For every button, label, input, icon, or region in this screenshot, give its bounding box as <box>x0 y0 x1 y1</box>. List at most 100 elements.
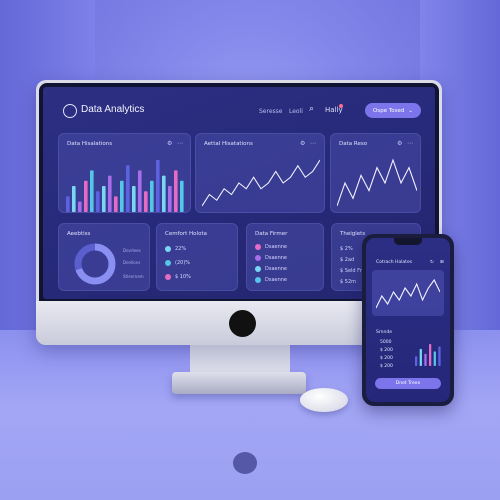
card-title: Data Firmer <box>255 231 288 237</box>
list-item: $ 200 <box>380 356 393 361</box>
list-item: $ 2ad <box>340 257 354 263</box>
list-item: (20)% <box>165 260 190 266</box>
row-value: $ 10% <box>175 274 191 280</box>
more-icon[interactable]: ⋯ <box>177 140 183 147</box>
donut-label: Devrlees <box>123 248 141 253</box>
card-data[interactable]: Data Firmer Dsaenne Dsaenne Dsaenne Dsae… <box>246 223 324 291</box>
gear-icon[interactable]: ⚙ <box>167 140 172 147</box>
card-title: Cemfort Holota <box>165 231 207 237</box>
phone-line-chart <box>376 278 440 309</box>
bar <box>90 170 94 212</box>
bar <box>156 160 160 212</box>
series-line <box>337 158 417 207</box>
card-line-2[interactable]: Data Reso ⚙ ⋯ <box>330 133 421 213</box>
phone-cta-button[interactable]: Dnet Treeo <box>375 378 441 389</box>
card-title: Data Reso <box>339 141 368 147</box>
bar <box>433 351 436 366</box>
status-dot <box>255 277 261 283</box>
notification-dot <box>339 104 343 108</box>
list-item: Dsaenne <box>255 255 287 261</box>
bar <box>150 180 154 212</box>
bar <box>114 196 118 212</box>
phone-bar-chart <box>415 344 441 366</box>
status-dot <box>165 274 171 280</box>
list-item: $ 52m <box>340 279 356 285</box>
donut-chart <box>74 243 116 285</box>
list-item: $ 2% <box>340 246 353 252</box>
bar <box>180 180 184 212</box>
camera <box>229 310 256 337</box>
row-label: Dsaenne <box>265 244 288 250</box>
row-value: $ 2ad <box>340 257 355 263</box>
clock-logo-icon <box>63 104 77 118</box>
card-bars[interactable]: Data Hisalations ⚙ ⋯ <box>58 133 191 213</box>
list-item: Dsaenne <box>255 244 287 250</box>
gear-icon[interactable]: ⚙ <box>300 140 305 147</box>
bar <box>66 196 70 212</box>
bar <box>84 180 88 212</box>
cta-label: Ospe Tosed <box>373 107 405 114</box>
app-title: Data Analytics <box>81 104 145 115</box>
list-item: 22% <box>165 246 186 252</box>
phone-notch <box>394 238 422 245</box>
bar <box>96 191 100 212</box>
list-item: $ 10% <box>165 274 191 280</box>
mouse <box>300 388 348 412</box>
card-title: Data Hisalations <box>67 141 113 147</box>
row-label: Dsaenne <box>265 255 288 261</box>
card-line-1[interactable]: Aettal Hisatations ⚙ ⋯ <box>195 133 325 213</box>
card-donut[interactable]: Aeebtiss Devrlees Denllons Stlenrnem <box>58 223 150 291</box>
list-item: Dsaenne <box>255 266 287 272</box>
bar <box>102 186 106 212</box>
bar <box>438 346 441 366</box>
line-chart <box>202 159 320 207</box>
row-label: Dsaenne <box>265 266 288 272</box>
bar <box>162 175 166 212</box>
row-value: (20)% <box>175 260 191 266</box>
monitor-neck <box>190 345 290 375</box>
bar <box>126 165 130 212</box>
cta-button[interactable]: Ospe Tosed ⌄ <box>365 103 421 118</box>
row-label: Dsaenne <box>265 277 288 283</box>
phone-chart-card[interactable] <box>372 270 444 316</box>
donut-label: Denllons <box>123 260 141 265</box>
status-dot <box>255 244 261 250</box>
bar <box>174 170 178 212</box>
refresh-icon[interactable]: ↻ <box>430 260 434 265</box>
card-title: Theiglets <box>340 231 366 237</box>
list-item: $ 200 <box>380 364 393 369</box>
phone: Cotrach Halates ↻ ⊞ Srnnde 5000 $ 200 $ … <box>362 234 454 406</box>
dashboard-header: Data Analytics Seresse Leoli ⌕ Hally Osp… <box>43 87 435 121</box>
bar <box>168 186 172 212</box>
card-title: Aettal Hisatations <box>204 141 253 147</box>
list-item: $ 200 <box>380 348 393 353</box>
donut-label: Stlenrnem <box>123 274 144 279</box>
bar <box>429 344 432 366</box>
bar <box>424 353 427 366</box>
gear-icon[interactable]: ⚙ <box>397 140 402 147</box>
more-icon[interactable]: ⋯ <box>407 140 413 147</box>
bar <box>108 175 112 212</box>
bar <box>419 348 422 366</box>
status-dot <box>255 266 261 272</box>
search-icon[interactable]: ⌕ <box>309 104 314 114</box>
bar-chart <box>66 160 184 212</box>
bar <box>120 180 124 212</box>
series-line <box>202 159 320 207</box>
nav-item-2[interactable]: Leoli <box>289 108 303 115</box>
nav-item-1[interactable]: Seresse <box>259 108 282 115</box>
status-dot <box>255 255 261 261</box>
grid-icon[interactable]: ⊞ <box>440 260 444 265</box>
more-icon[interactable]: ⋯ <box>310 140 316 147</box>
row-value: $ 2% <box>340 246 353 252</box>
card-comfort[interactable]: Cemfort Holota 22% (20)% $ 10% <box>156 223 238 291</box>
row-value: $ 52m <box>340 279 357 285</box>
bar <box>138 170 142 212</box>
line-chart <box>337 158 417 207</box>
phone-title: Cotrach Halates <box>376 260 413 265</box>
bar <box>78 201 82 212</box>
floor-reflection <box>233 452 257 474</box>
bar <box>144 191 148 212</box>
chevron-down-icon: ⌄ <box>408 107 413 114</box>
bar <box>415 356 418 366</box>
